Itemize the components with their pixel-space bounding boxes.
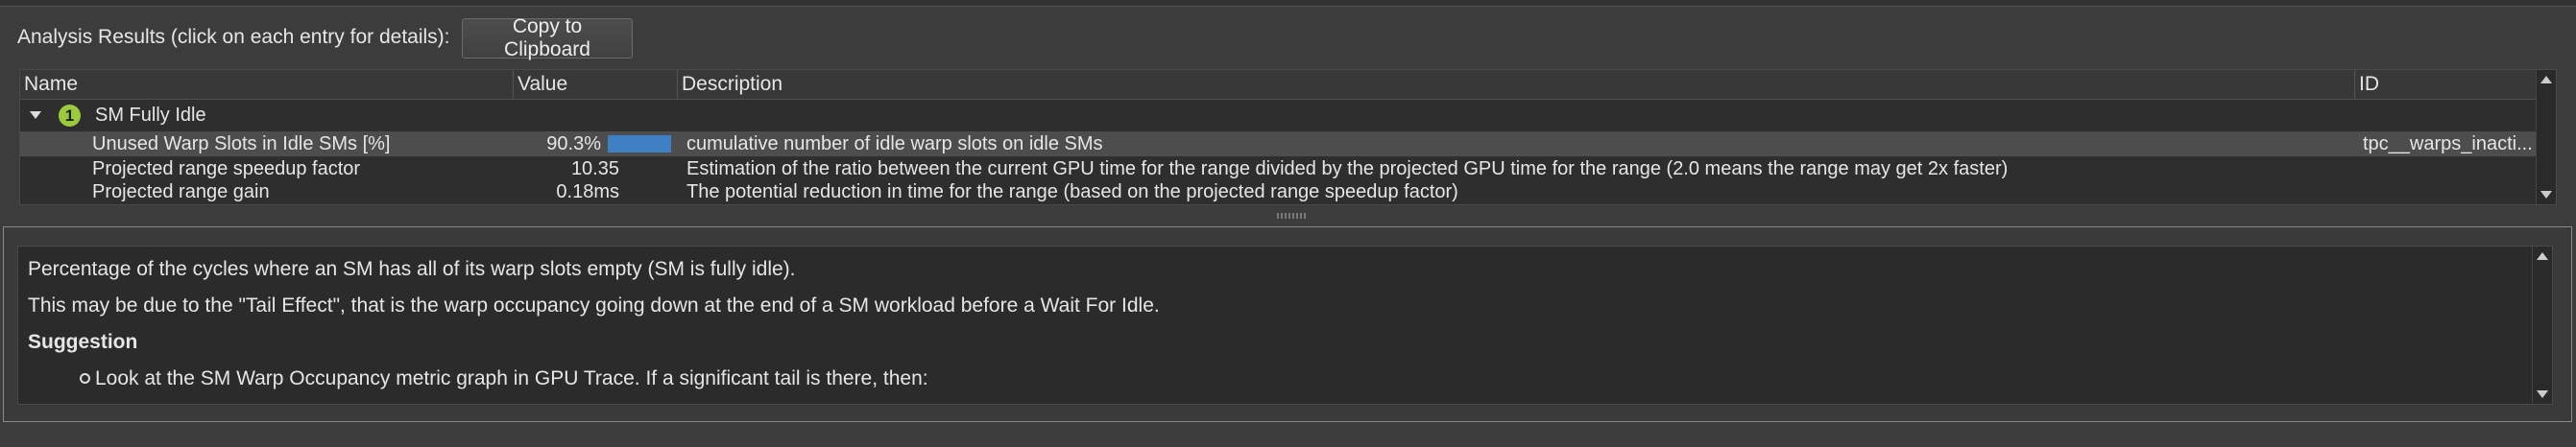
expand-arrow-icon[interactable] xyxy=(30,111,41,119)
scroll-up-icon[interactable] xyxy=(2540,76,2552,83)
column-header-description[interactable]: Description xyxy=(678,70,2355,99)
row-description: The potential reduction in time for the … xyxy=(686,181,1458,202)
details-panel: Percentage of the cycles where an SM has… xyxy=(17,246,2553,405)
row-value: 0.18ms xyxy=(556,181,619,202)
top-border xyxy=(0,0,2576,7)
table-row[interactable]: Projected range speedup factor 10.35 Est… xyxy=(20,156,2536,181)
table-row[interactable]: Unused Warp Slots in Idle SMs [%] 90.3% … xyxy=(20,131,2536,156)
value-bar xyxy=(608,135,671,153)
row-name: Unused Warp Slots in Idle SMs [%] xyxy=(92,133,391,154)
table-header: Name Value Description ID xyxy=(20,70,2551,100)
row-name: Projected range gain xyxy=(92,181,270,202)
results-scrollbar[interactable] xyxy=(2536,70,2556,204)
suggestion-heading: Suggestion xyxy=(28,331,138,353)
details-scrollbar[interactable] xyxy=(2532,247,2552,404)
row-description: Estimation of the ratio between the curr… xyxy=(686,158,2009,179)
analysis-results-label: Analysis Results (click on each entry fo… xyxy=(17,26,450,48)
copy-to-clipboard-button[interactable]: Copy to Clipboard xyxy=(462,15,633,60)
column-header-name[interactable]: Name xyxy=(20,70,514,99)
table-row[interactable]: Projected range gain 0.18ms The potentia… xyxy=(20,179,2536,204)
scroll-up-icon[interactable] xyxy=(2537,252,2548,260)
row-value: 90.3% xyxy=(546,133,601,154)
row-value: 10.35 xyxy=(570,158,619,179)
group-row-sm-fully-idle[interactable]: 1 SM Fully Idle xyxy=(20,100,2536,131)
column-header-value[interactable]: Value xyxy=(514,70,678,99)
scroll-down-icon[interactable] xyxy=(2540,191,2552,199)
group-label: SM Fully Idle xyxy=(95,105,206,126)
details-line-2: This may be due to the "Tail Effect", th… xyxy=(28,294,1160,317)
number-one-badge-icon: 1 xyxy=(59,105,81,127)
row-name: Projected range speedup factor xyxy=(92,158,361,179)
analysis-results-table: Name Value Description ID 1 SM Fully Idl… xyxy=(19,69,2557,205)
row-id: tpc__warps_inacti... xyxy=(2363,133,2533,154)
splitter-grip-icon[interactable] xyxy=(1277,213,1306,219)
row-description: cumulative number of idle warp slots on … xyxy=(686,133,1103,154)
scroll-down-icon[interactable] xyxy=(2537,390,2548,398)
pane-splitter[interactable] xyxy=(0,209,2576,223)
column-header-id[interactable]: ID xyxy=(2355,70,2551,99)
bullet-circle-icon xyxy=(80,373,90,384)
suggestion-bullet-1: Look at the SM Warp Occupancy metric gra… xyxy=(95,367,928,389)
details-line-1: Percentage of the cycles where an SM has… xyxy=(28,258,796,280)
